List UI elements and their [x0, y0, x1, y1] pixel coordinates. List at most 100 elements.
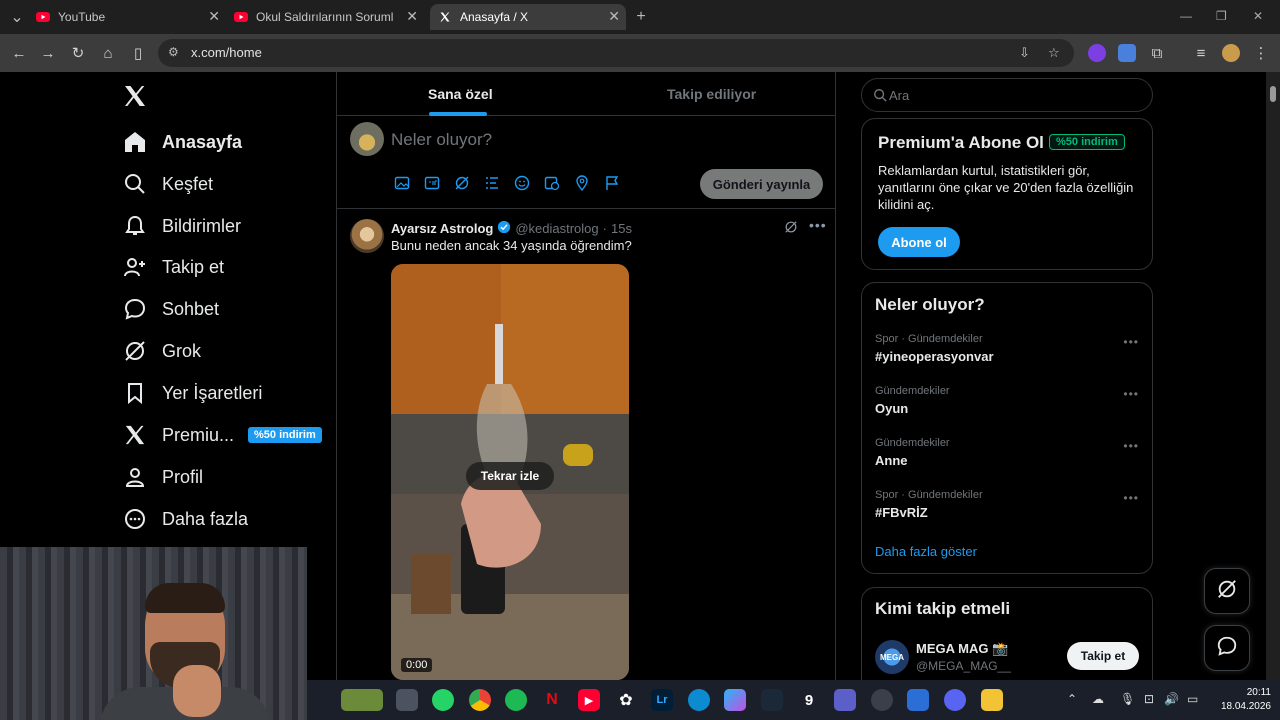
extension-icon[interactable]: [1088, 44, 1106, 62]
avatar[interactable]: [350, 219, 384, 253]
task-view-icon[interactable]: [396, 689, 418, 711]
search-input[interactable]: Ara: [861, 78, 1153, 112]
sidebar-item-premium[interactable]: Premiu... %50 indirim: [122, 417, 322, 453]
home-button-icon[interactable]: ⌂: [99, 44, 117, 62]
app-icon[interactable]: [907, 689, 929, 711]
grok-icon[interactable]: [453, 174, 471, 192]
media-control-icon[interactable]: ≡: [1192, 44, 1210, 62]
post-button[interactable]: Gönderi yayınla: [700, 169, 823, 199]
scrollbar-thumb[interactable]: [1270, 86, 1276, 102]
avatar[interactable]: MEGA: [875, 640, 909, 674]
page-scrollbar[interactable]: [1266, 72, 1280, 680]
app-icon[interactable]: [871, 689, 893, 711]
cloud-icon[interactable]: ☁: [1092, 692, 1104, 706]
more-options-icon[interactable]: •••: [1123, 439, 1139, 453]
more-options-icon[interactable]: •••: [1123, 335, 1139, 349]
minimize-icon[interactable]: —: [1180, 9, 1192, 23]
sidebar-item-chat[interactable]: Sohbet: [122, 291, 219, 327]
install-app-icon[interactable]: ⇩: [1019, 45, 1030, 61]
tab-okul[interactable]: Okul Saldırılarının Sorumlusu Ai ✕: [234, 4, 424, 30]
extensions-puzzle-icon[interactable]: ⧉: [1148, 44, 1166, 62]
trend-item[interactable]: Spor · Gündemdekiler #FBvRİZ •••: [875, 489, 1145, 529]
restore-icon[interactable]: ❐: [1216, 9, 1227, 23]
youtube-icon[interactable]: ▶: [578, 689, 600, 711]
close-window-icon[interactable]: ✕: [1253, 9, 1263, 23]
sidebar-item-notifications[interactable]: Bildirimler: [122, 208, 241, 244]
close-icon[interactable]: ✕: [608, 8, 620, 25]
sidepanel-icon[interactable]: ▯: [129, 44, 147, 62]
forward-icon[interactable]: →: [39, 44, 57, 62]
sidebar-item-home[interactable]: Anasayfa: [122, 124, 242, 160]
sidebar-item-follow[interactable]: Takip et: [122, 249, 224, 285]
show-more-link[interactable]: Daha fazla göster: [875, 544, 977, 559]
sidebar-item-more[interactable]: Daha fazla: [122, 501, 248, 537]
copilot-icon[interactable]: [724, 689, 746, 711]
replay-button[interactable]: Tekrar izle: [466, 462, 554, 490]
sidebar-item-grok[interactable]: Grok: [122, 333, 201, 369]
teams-icon[interactable]: [834, 689, 856, 711]
edge-icon[interactable]: [688, 689, 710, 711]
trend-item[interactable]: Spor · Gündemdekiler #yineoperasyonvar •…: [875, 333, 1145, 373]
chrome-icon[interactable]: [469, 689, 491, 711]
battery-icon[interactable]: ▭: [1187, 692, 1198, 706]
suggested-user-name[interactable]: MEGA MAG 📸: [916, 641, 1008, 657]
site-info-icon[interactable]: ⚙: [168, 45, 182, 59]
poll-icon[interactable]: [483, 174, 501, 192]
netflix-icon[interactable]: N: [541, 689, 563, 711]
network-icon[interactable]: ⊡: [1144, 692, 1154, 706]
follow-button[interactable]: Takip et: [1067, 642, 1139, 670]
tweet-time[interactable]: 15s: [611, 221, 632, 236]
more-options-icon[interactable]: •••: [1123, 491, 1139, 505]
close-icon[interactable]: ✕: [208, 8, 220, 25]
trend-item[interactable]: Gündemdekiler Anne •••: [875, 437, 1145, 477]
close-icon[interactable]: ✕: [406, 8, 418, 25]
tab-following[interactable]: Takip ediliyor: [667, 86, 756, 102]
widgets-icon[interactable]: [341, 689, 383, 711]
image-icon[interactable]: [393, 174, 411, 192]
translate-icon[interactable]: [1118, 44, 1136, 62]
more-options-icon[interactable]: •••: [809, 217, 827, 233]
schedule-icon[interactable]: [543, 174, 561, 192]
file-explorer-icon[interactable]: [981, 689, 1003, 711]
tweet-author-name[interactable]: Ayarsız Astrolog: [391, 221, 493, 236]
x-logo-icon[interactable]: [123, 84, 147, 108]
bookmark-star-icon[interactable]: ☆: [1048, 45, 1060, 61]
whatsapp-icon[interactable]: [432, 689, 454, 711]
tray-chevron-icon[interactable]: ⌃: [1067, 692, 1077, 706]
sidebar-item-bookmarks[interactable]: Yer İşaretleri: [122, 375, 262, 411]
sidebar-item-profile[interactable]: Profil: [122, 459, 203, 495]
reload-icon[interactable]: ↻: [69, 44, 87, 62]
steam-icon[interactable]: [761, 689, 783, 711]
discord-icon[interactable]: [944, 689, 966, 711]
emoji-icon[interactable]: [513, 174, 531, 192]
new-tab-button[interactable]: +: [632, 8, 650, 26]
menu-icon[interactable]: ⋮: [1252, 44, 1270, 62]
tab-for-you[interactable]: Sana özel: [428, 86, 493, 102]
microphone-icon[interactable]: 🎙: [1120, 692, 1135, 706]
maps-pin-icon[interactable]: 9: [798, 689, 820, 711]
tab-x-home[interactable]: Anasayfa / X ✕: [430, 4, 626, 30]
profile-avatar[interactable]: [1222, 44, 1240, 62]
compose-input[interactable]: Neler oluyor?: [391, 130, 492, 150]
chatgpt-icon[interactable]: ✿: [615, 689, 637, 711]
tweet-handle[interactable]: @kediastrolog: [515, 221, 598, 236]
tab-search-button[interactable]: ⌄: [8, 8, 26, 26]
location-icon[interactable]: [573, 174, 591, 192]
tweet[interactable]: Ayarsız Astrolog @kediastrolog · 15s •••…: [337, 209, 835, 680]
gif-icon[interactable]: [423, 174, 441, 192]
avatar[interactable]: [350, 122, 384, 156]
volume-icon[interactable]: 🔊: [1164, 692, 1179, 706]
more-options-icon[interactable]: •••: [1123, 387, 1139, 401]
back-icon[interactable]: ←: [10, 44, 28, 62]
sidebar-item-explore[interactable]: Keşfet: [122, 166, 213, 202]
flag-icon[interactable]: [603, 174, 621, 192]
taskbar-clock[interactable]: 20:11 18.04.2026: [1216, 686, 1271, 714]
lightroom-icon[interactable]: Lr: [651, 689, 673, 711]
grok-button[interactable]: [1204, 568, 1250, 614]
trend-item[interactable]: Gündemdekiler Oyun •••: [875, 385, 1145, 425]
subscribe-button[interactable]: Abone ol: [878, 227, 960, 257]
spotify-icon[interactable]: [505, 689, 527, 711]
messages-button[interactable]: [1204, 625, 1250, 671]
grok-icon[interactable]: [784, 220, 798, 237]
tab-youtube[interactable]: YouTube ✕: [36, 4, 226, 30]
